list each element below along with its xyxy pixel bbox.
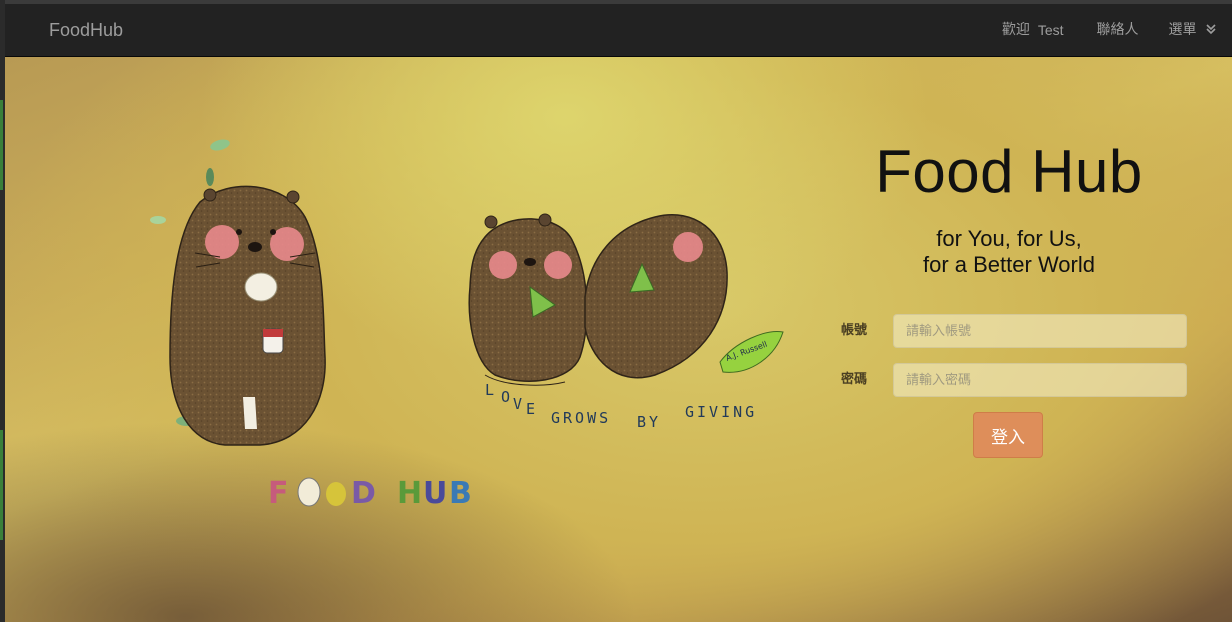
- account-label: 帳號: [840, 323, 867, 338]
- account-input[interactable]: [893, 314, 1187, 348]
- edge-stripe: [0, 430, 3, 540]
- hero-banner: F D H U B A.J. Russell L O V E GROWS BY …: [5, 57, 1232, 622]
- hero-subtitle-line1: for You, for Us,: [936, 226, 1082, 251]
- menu-label: 選單: [1168, 22, 1197, 38]
- svg-text:H: H: [397, 476, 422, 511]
- double-chevron-down-icon: [1206, 24, 1216, 35]
- app-root: FoodHub 歡迎 Test 聯絡人 選單 F D H U B A.J. Ru…: [5, 4, 1232, 622]
- hero-subtitle: for You, for Us, for a Better World: [825, 226, 1193, 278]
- bear-eating-illustration: [169, 185, 326, 446]
- password-input[interactable]: [893, 363, 1187, 397]
- edge-stripe: [0, 100, 3, 190]
- welcome-text: 歡迎: [1001, 22, 1030, 38]
- login-button[interactable]: 登入: [973, 412, 1043, 458]
- svg-text:U: U: [423, 476, 447, 511]
- hero-title: Food Hub: [875, 138, 1143, 205]
- menu-dropdown[interactable]: 選單: [1154, 4, 1232, 56]
- hero-illustration: F D H U B A.J. Russell L O V E GROWS BY …: [150, 139, 784, 511]
- hero-text-block: Food Hub for You, for Us, for a Better W…: [825, 132, 1193, 278]
- svg-text:F: F: [268, 476, 289, 511]
- contact-link[interactable]: 聯絡人: [1082, 4, 1154, 56]
- navbar: FoodHub 歡迎 Test 聯絡人 選單: [5, 4, 1232, 57]
- login-form: 帳號 密碼 登入: [825, 314, 1193, 458]
- tagline-text: L O V E GROWS BY GIVING: [485, 381, 757, 431]
- svg-text:D: D: [351, 476, 376, 511]
- password-label: 密碼: [840, 372, 867, 387]
- brand-link[interactable]: FoodHub: [49, 4, 123, 56]
- navbar-right: 歡迎 Test 聯絡人 選單: [987, 4, 1232, 56]
- foodhub-logo: F D H U B: [268, 476, 472, 511]
- password-row: 密碼: [825, 363, 1193, 397]
- svg-text:B: B: [449, 476, 472, 511]
- account-row: 帳號: [825, 314, 1193, 348]
- username-link[interactable]: Test: [1036, 4, 1082, 56]
- hero-subtitle-line2: for a Better World: [923, 252, 1095, 277]
- bears-sharing-illustration: A.J. Russell: [468, 213, 784, 386]
